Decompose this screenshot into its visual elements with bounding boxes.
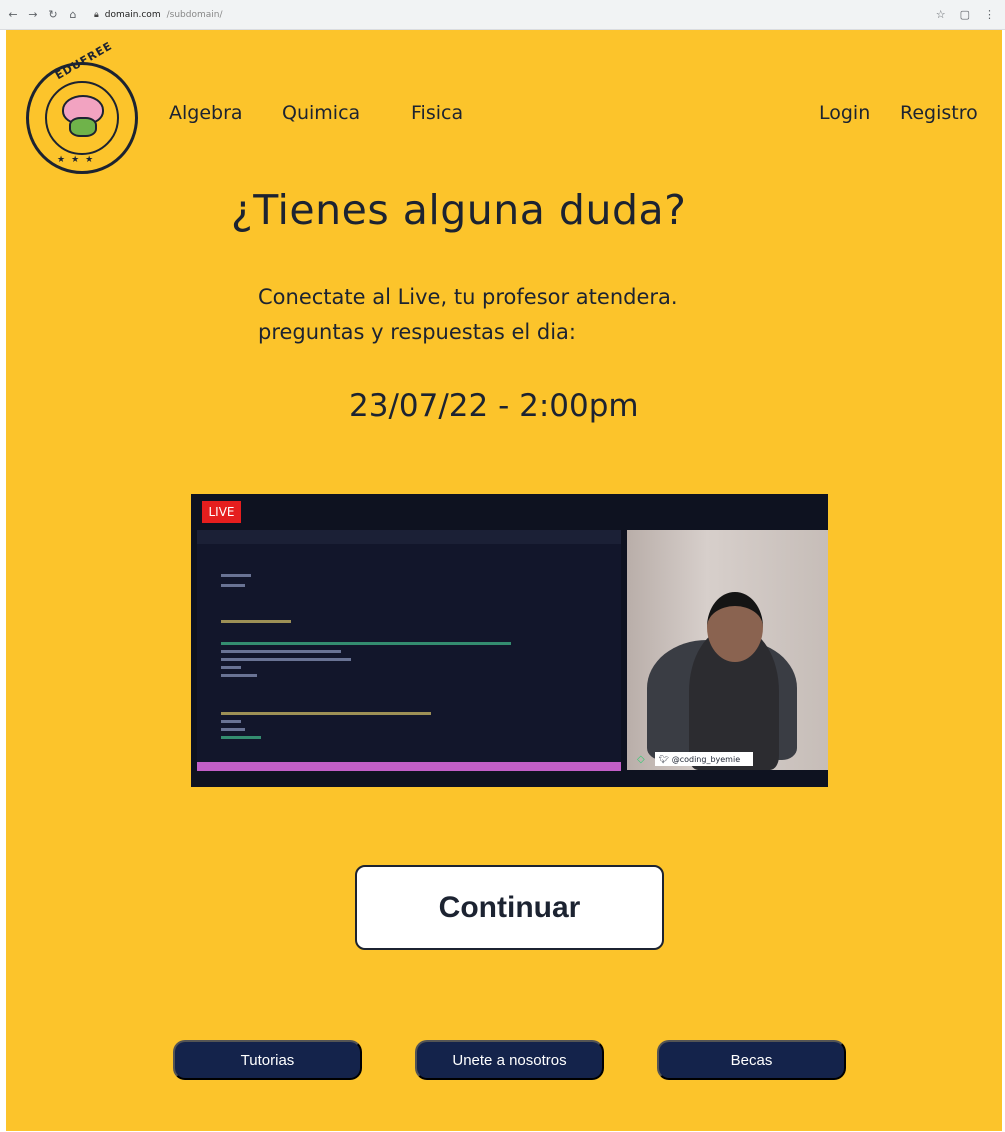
- page: EDUFREE ★★★ Algebra Quimica Fisica Login…: [6, 30, 1002, 1131]
- address-bar[interactable]: 🔒︎ domain.com/subdomain/: [94, 6, 222, 24]
- star-icon[interactable]: ☆: [936, 8, 946, 21]
- browser-toolbar: ← → ↻ ⌂ 🔒︎ domain.com/subdomain/ ☆ ▢ ⋮: [0, 0, 1005, 30]
- lock-icon: 🔒︎: [94, 9, 99, 20]
- continue-button[interactable]: Continuar: [355, 865, 664, 950]
- webcam-feed: ◇ 🐦︎ @coding_byemie: [627, 530, 828, 770]
- reload-icon[interactable]: ↻: [46, 8, 60, 22]
- url-host: domain.com: [104, 9, 161, 20]
- nav-quimica[interactable]: Quimica: [282, 102, 360, 124]
- nav-registro[interactable]: Registro: [900, 102, 978, 124]
- extensions-icon[interactable]: ▢: [960, 8, 970, 21]
- forward-arrow-icon[interactable]: →: [26, 8, 40, 22]
- mascot-icon: [69, 117, 97, 137]
- editor-tabs: [197, 530, 621, 544]
- tutorias-button[interactable]: Tutorias: [173, 1040, 362, 1080]
- code-editor-screen: [197, 530, 621, 770]
- editor-statusbar: [197, 762, 621, 771]
- diamond-icon: ◇: [637, 754, 645, 765]
- twitter-handle: @coding_byemie: [671, 754, 741, 764]
- unete-button[interactable]: Unete a nosotros: [415, 1040, 604, 1080]
- page-title: ¿Tienes alguna duda?: [231, 186, 687, 234]
- logo-text: EDUFREE: [53, 39, 115, 83]
- subtitle-line-1: Conectate al Live, tu profesor atendera.: [258, 285, 678, 309]
- live-video-preview[interactable]: ◇ 🐦︎ @coding_byemie LIVE: [191, 494, 828, 787]
- hero-subtitle: Conectate al Live, tu profesor atendera.…: [258, 280, 818, 350]
- stars-icon: ★★★: [57, 155, 100, 165]
- live-badge: LIVE: [202, 501, 241, 523]
- url-path: /subdomain/: [166, 9, 223, 20]
- nav-fisica[interactable]: Fisica: [411, 102, 463, 124]
- home-icon[interactable]: ⌂: [66, 8, 80, 22]
- twitter-tag: 🐦︎ @coding_byemie: [655, 752, 753, 766]
- becas-button[interactable]: Becas: [657, 1040, 846, 1080]
- back-arrow-icon[interactable]: ←: [6, 8, 20, 22]
- nav-algebra[interactable]: Algebra: [169, 102, 243, 124]
- live-datetime: 23/07/22 - 2:00pm: [349, 388, 639, 424]
- kebab-menu-icon[interactable]: ⋮: [984, 8, 995, 21]
- twitter-bird-icon: 🐦︎: [659, 754, 672, 764]
- subtitle-line-2: preguntas y respuestas el dia:: [258, 320, 576, 344]
- nav-login[interactable]: Login: [819, 102, 870, 124]
- edufree-logo[interactable]: EDUFREE ★★★: [26, 39, 138, 174]
